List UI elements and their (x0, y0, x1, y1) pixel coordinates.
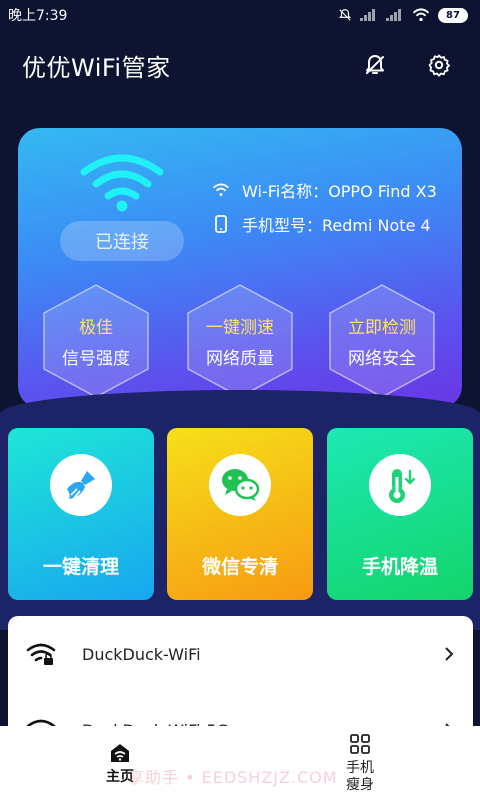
chevron-right-icon (445, 647, 454, 661)
phone-cooling-tile[interactable]: 手机降温 (327, 428, 473, 600)
mute-bell-icon (338, 9, 352, 21)
nav-phone-slim-label: 手机 瘦身 (346, 760, 374, 793)
wifi-large-icon (80, 154, 164, 212)
battery-indicator: 87 (438, 7, 468, 23)
one-click-clean-label: 一键清理 (42, 556, 119, 578)
broom-icon (50, 454, 112, 516)
phone-model-label: 手机型号： (242, 216, 323, 235)
wechat-clean-tile[interactable]: 微信专清 (167, 428, 313, 600)
connection-status-badge: 已连接 (60, 221, 184, 261)
wifi-name-value: OPPO Find X3 (328, 182, 437, 201)
hexagon-shape (43, 284, 149, 398)
signal-strength-label: 信号强度 (62, 349, 130, 369)
bell-off-icon (366, 55, 384, 74)
signal-icon (360, 9, 375, 21)
wifi-list-item[interactable]: DuckDuck-WiFi (8, 616, 473, 692)
hexagon-shape (187, 284, 293, 398)
phone-model-value: Redmi Note 4 (322, 216, 431, 235)
wifi-small-icon (212, 183, 230, 196)
app-title: 优优WiFi管家 (22, 53, 171, 82)
status-time: 晚上7:39 (8, 8, 68, 24)
speed-test-button[interactable]: 一键测速 网络质量 (182, 282, 298, 400)
thermometer-icon (369, 454, 431, 516)
signal-icon-2 (386, 9, 401, 21)
wechat-clean-label: 微信专清 (201, 556, 278, 578)
phone-cooling-label: 手机降温 (361, 556, 438, 578)
gear-icon (428, 54, 450, 77)
bottom-navigation: 主页 手机 瘦身 (0, 726, 480, 800)
signal-strength-button[interactable]: 极佳 信号强度 (38, 282, 154, 400)
speed-test-label: 网络质量 (206, 349, 274, 369)
hex-button-row: 极佳 信号强度 一键测速 网络质量 立即检测 网络安全 (38, 282, 442, 402)
wifi-network-name: DuckDuck-WiFi (82, 644, 201, 664)
hexagon-shape (329, 284, 435, 398)
wifi-name-label: Wi-Fi名称： (242, 182, 329, 201)
apps-grid-icon (350, 734, 370, 754)
settings-button[interactable] (420, 46, 458, 84)
security-check-button[interactable]: 立即检测 网络安全 (324, 282, 440, 400)
wifi-locked-icon (26, 643, 56, 665)
status-bar: 晚上7:39 87 (0, 0, 480, 30)
signal-strength-value: 极佳 (79, 318, 113, 338)
app-header: 优优WiFi管家 (0, 40, 480, 90)
wechat-icon (209, 454, 271, 516)
notification-off-button[interactable] (356, 46, 394, 84)
nav-phone-slim[interactable]: 手机 瘦身 (300, 732, 420, 794)
connection-card: 已连接 Wi-Fi名称：OPPO Find X3 手机型号：Redmi Note… (18, 128, 462, 408)
security-check-action: 立即检测 (348, 318, 416, 338)
one-click-clean-tile[interactable]: 一键清理 (8, 428, 154, 600)
home-icon (111, 743, 129, 762)
wifi-status-icon (412, 8, 430, 22)
wifi-name-row: Wi-Fi名称：OPPO Find X3 (212, 178, 437, 202)
nav-home-label: 主页 (106, 768, 134, 785)
status-icons: 87 (338, 7, 468, 23)
security-check-label: 网络安全 (348, 349, 416, 369)
phone-model-row: 手机型号：Redmi Note 4 (212, 212, 431, 236)
speed-test-action: 一键测速 (206, 318, 274, 338)
nav-home[interactable]: 主页 (60, 741, 180, 786)
phone-icon (215, 215, 227, 233)
